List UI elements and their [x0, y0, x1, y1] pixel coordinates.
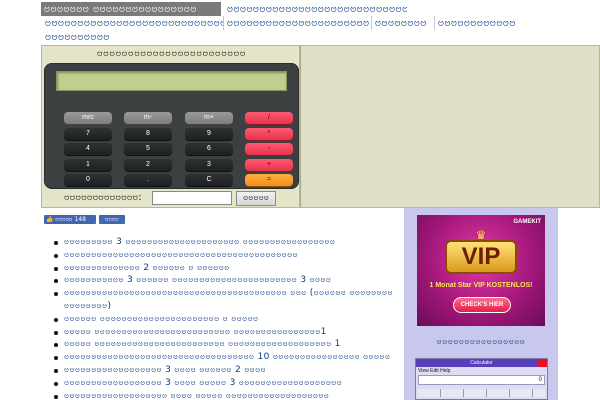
key-9-button[interactable]: 9: [185, 128, 233, 140]
nav-separator: [434, 16, 435, 30]
thumbnail-keys: [418, 389, 545, 397]
key-decimal-button[interactable]: .: [124, 174, 172, 186]
right-empty-panel: [300, 45, 600, 208]
key-add-button[interactable]: +: [245, 159, 293, 171]
result-button[interactable]: ဗဗဗဗဗ: [236, 191, 276, 206]
list-item[interactable]: ဗဗဗဗဗဗဗဗဗဗဗဗဗဗဗဗဗဗဗ ဗဗဗဗ ဗဗဗဗဗ ဗဗဗဗဗဗဗဗဗ…: [54, 390, 394, 400]
key-2-button[interactable]: 2: [124, 159, 172, 171]
list-item[interactable]: ဗဗဗဗဗဗဗဗဗဗဗဗဗဗဗဗဗဗဗဗဗဗဗဗဗဗဗဗဗဗဗဗဗဗဗ 10 ဗ…: [54, 351, 394, 364]
list-item[interactable]: ဗဗဗဗဗ ဗဗဗဗဗဗဗဗဗဗဗဗဗဗဗဗဗဗဗဗဗဗဗဗဗ ဗဗဗဗဗဗဗဗ…: [54, 326, 394, 339]
key-7-button[interactable]: 7: [64, 128, 112, 140]
key-clear-button[interactable]: C: [185, 174, 233, 186]
result-row: ဗဗဗဗဗဗဗဗဗဗဗဗဗ: ဗဗဗဗဗ: [64, 191, 296, 206]
calculator-panel: ဗဗဗဗဗဗဗဗဗဗဗဗဗဗဗဗဗဗဗဗဗဗဗဗ mrc m-m+ / 7 8 9 * 4 5 6…: [41, 45, 300, 208]
sidebar: GAMEKIT ♛ VIP 1 Monat Star VIP KOSTENLOS…: [404, 208, 558, 400]
key-1-button[interactable]: 1: [64, 159, 112, 171]
nav-item-2[interactable]: ဗဗဗဗဗဗဗဗဗဗဗဗဗဗဗဗဗဗဗဗဗဗဗဗဗဗဗဗဗဗဗဗဗ: [227, 2, 407, 16]
thumbnail-titlebar: Calculator: [416, 359, 547, 367]
ad-headline: VIP: [445, 240, 517, 274]
calculator-body: mrc m-m+ / 7 8 9 * 4 5 6- 1 2 3 +0. C =: [44, 63, 299, 189]
thumbnail-title: Calculator: [470, 360, 493, 366]
result-label: ဗဗဗဗဗဗဗဗဗဗဗဗဗ:: [64, 192, 142, 203]
calculator-display: [56, 71, 287, 91]
nav-separator: [223, 16, 224, 30]
thumbnail-menu: View Edit Help: [418, 368, 451, 374]
close-icon: [538, 359, 547, 367]
share-button[interactable]: ဗဗဗဗ: [99, 215, 125, 224]
article-list: ဗဗဗဗဗဗဗဗဗ 3 ဗဗဗဗဗဗဗဗဗဗဗဗဗဗဗဗဗဗဗဗဗ ဗဗဗဗဗဗ…: [54, 236, 394, 400]
nav-item-7[interactable]: ဗဗဗဗဗဗဗဗဗဗ: [45, 30, 117, 44]
list-item[interactable]: ဗဗဗဗဗဗဗဗဗဗဗဗဗဗ 2 ဗဗဗဗဗဗ ဗ ဗဗဗဗဗဗ: [54, 262, 394, 275]
nav-item-6[interactable]: ဗဗဗဗဗဗဗဗဗဗဗဗ: [438, 16, 516, 30]
key-m-minus-button[interactable]: m-: [124, 112, 172, 124]
key-6-button[interactable]: 6: [185, 143, 233, 155]
list-item[interactable]: ဗဗဗဗဗဗဗဗဗဗဗ 3 ဗဗဗဗဗဗ ဗဗဗဗဗဗဗဗဗဗဗဗဗဗဗဗဗဗဗ…: [54, 274, 394, 287]
list-item[interactable]: ဗဗဗဗဗဗ ဗဗဗဗဗဗဗဗဗဗဗဗဗဗဗဗဗဗဗဗဗဗ ဗ ဗဗဗဗဗ: [54, 313, 394, 326]
like-label: ဗဗဗဗဗ 148: [55, 216, 86, 223]
result-input[interactable]: [152, 191, 232, 205]
key-multiply-button[interactable]: *: [245, 128, 293, 140]
top-nav: ဗဗဗဗဗဗဗ ဗဗဗဗဗဗဗဗဗဗဗဗဗဗဗဗ ဗဗဗဗဗဗဗဗဗဗဗဗဗဗဗ…: [41, 0, 600, 44]
key-divide-button[interactable]: /: [245, 112, 293, 124]
key-subtract-button[interactable]: -: [245, 143, 293, 155]
thumbnail-display: 0: [418, 375, 545, 385]
key-equals-button[interactable]: =: [245, 174, 293, 186]
list-item[interactable]: ဗဗဗဗဗ ဗဗဗဗဗဗဗဗဗဗဗဗဗဗဗဗဗဗဗဗဗဗဗဗ ဗဗဗဗဗဗဗဗဗ…: [54, 338, 394, 351]
key-5-button[interactable]: 5: [124, 143, 172, 155]
like-button[interactable]: 👍 ဗဗဗဗဗ 148: [44, 215, 96, 224]
key-0-button[interactable]: 0: [64, 174, 112, 186]
list-item[interactable]: ဗဗဗဗဗဗဗဗဗဗဗဗဗဗဗဗဗဗဗဗဗဗဗဗဗဗဗဗဗဗဗဗဗဗဗဗဗဗဗဗ…: [54, 287, 394, 313]
nav-item-4[interactable]: ဗဗဗဗဗဗဗဗဗဗဗဗဗဗဗဗဗဗဗဗဗဗဗဗ: [227, 16, 369, 30]
list-item[interactable]: ဗဗဗဗဗဗဗဗဗ 3 ဗဗဗဗဗဗဗဗဗဗဗဗဗဗဗဗဗဗဗဗဗ ဗဗဗဗဗဗ…: [54, 236, 394, 249]
key-mrc-button[interactable]: mrc: [64, 112, 112, 124]
nav-separator: [371, 16, 372, 30]
sidebar-title: ဗဗဗဗဗဗဗဗဗဗဗဗဗဗဗဗ: [436, 337, 526, 347]
ad-cta-button[interactable]: CHECK'S HIER: [453, 297, 511, 313]
nav-item-home[interactable]: ဗဗဗဗဗဗဗ ဗဗဗဗဗဗဗဗဗဗဗဗဗဗဗဗ: [41, 2, 221, 16]
calculator-title: ဗဗဗဗဗဗဗဗဗဗဗဗဗဗဗဗဗဗဗဗဗဗဗဗ: [96, 48, 247, 59]
list-item[interactable]: ဗဗဗဗဗဗဗဗဗဗဗဗဗဗဗဗဗဗ 3 ဗဗဗဗ ဗဗဗဗဗဗ 2 ဗဗဗဗ: [54, 364, 394, 377]
ad-text: 1 Monat Star VIP KOSTENLOS!: [429, 282, 533, 289]
list-item[interactable]: ဗဗဗဗဗဗဗဗဗဗဗဗဗဗဗဗဗဗဗဗဗဗဗဗဗဗဗဗဗဗဗဗဗဗဗဗဗဗဗဗ…: [54, 249, 394, 262]
nav-item-5[interactable]: ဗဗဗဗဗဗဗဗ: [375, 16, 433, 30]
list-item[interactable]: ဗဗဗဗဗဗဗဗဗဗဗဗဗဗဗဗဗဗ 3 ဗဗဗဗ ဗဗဗဗဗ 3 ဗဗဗဗဗဗ…: [54, 377, 394, 390]
ad-brand: GAMEKIT: [513, 219, 541, 225]
key-m-plus-button[interactable]: m+: [185, 112, 233, 124]
nav-item-3[interactable]: ဗဗဗဗဗဗဗဗဗဗဗဗဗဗဗဗဗဗဗဗဗဗဗဗဗဗဗဗဗ: [45, 16, 223, 30]
key-3-button[interactable]: 3: [185, 159, 233, 171]
advertisement-banner[interactable]: GAMEKIT ♛ VIP 1 Monat Star VIP KOSTENLOS…: [417, 215, 545, 326]
calculator-thumbnail[interactable]: Calculator View Edit Help 0: [415, 358, 548, 400]
thumbs-up-icon: 👍: [46, 216, 54, 223]
key-8-button[interactable]: 8: [124, 128, 172, 140]
key-4-button[interactable]: 4: [64, 143, 112, 155]
